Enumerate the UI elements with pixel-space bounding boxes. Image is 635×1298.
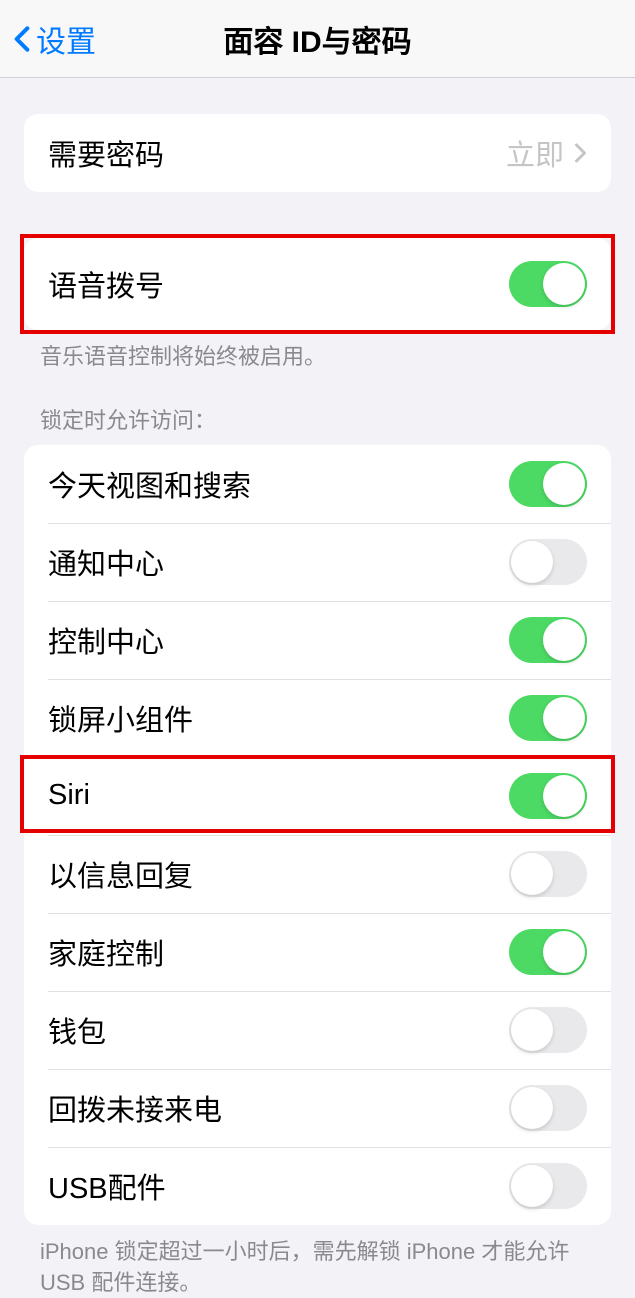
access-item-toggle[interactable] [509,539,587,585]
access-item-toggle[interactable] [509,617,587,663]
access-item-toggle[interactable] [509,461,587,507]
back-button[interactable]: 设置 [0,17,96,61]
access-item-cell: USB配件 [24,1147,611,1225]
require-passcode-cell[interactable]: 需要密码 立即 [24,114,611,192]
usb-footer: iPhone 锁定超过一小时后，需先解锁 iPhone 才能允许USB 配件连接… [0,1225,635,1298]
chevron-right-icon [574,143,587,163]
access-item-label: 锁屏小组件 [48,697,193,739]
access-item-toggle[interactable] [509,773,587,819]
access-item-label: 今天视图和搜索 [48,463,251,505]
nav-bar: 设置 面容 ID与密码 [0,0,635,78]
access-item-label: Siri [48,779,90,812]
access-item-toggle[interactable] [509,1085,587,1131]
access-item-label: 回拨未接来电 [48,1087,222,1129]
access-item-cell: 钱包 [24,991,611,1069]
access-item-cell: 家庭控制 [24,913,611,991]
page-title: 面容 ID与密码 [223,17,411,61]
voice-dial-cell: 语音拨号 [24,238,611,330]
require-passcode-label: 需要密码 [48,132,164,174]
back-label: 设置 [36,17,96,61]
access-item-toggle[interactable] [509,929,587,975]
voice-dial-group: 语音拨号 [24,238,611,330]
voice-dial-label: 语音拨号 [48,263,164,305]
access-item-toggle[interactable] [509,1007,587,1053]
access-item-label: 以信息回复 [48,853,193,895]
access-item-cell: 回拨未接来电 [24,1069,611,1147]
access-item-cell: 锁屏小组件 [24,679,611,757]
allow-access-header: 锁定时允许访问： [0,373,635,445]
access-item-toggle[interactable] [509,851,587,897]
access-item-cell: 今天视图和搜索 [24,445,611,523]
access-item-label: 控制中心 [48,619,164,661]
access-item-label: 通知中心 [48,541,164,583]
access-item-cell: 控制中心 [24,601,611,679]
access-item-label: USB配件 [48,1165,166,1207]
voice-dial-footer: 音乐语音控制将始终被启用。 [0,330,635,373]
access-item-cell: 通知中心 [24,523,611,601]
access-item-label: 家庭控制 [48,931,164,973]
access-item-label: 钱包 [48,1009,106,1051]
chevron-left-icon [14,25,30,53]
require-passcode-group: 需要密码 立即 [24,114,611,192]
access-item-toggle[interactable] [509,1163,587,1209]
require-passcode-value: 立即 [506,132,564,174]
voice-dial-toggle[interactable] [509,261,587,307]
access-item-cell: 以信息回复 [24,835,611,913]
access-item-toggle[interactable] [509,695,587,741]
allow-access-group: 今天视图和搜索通知中心控制中心锁屏小组件 Siri 以信息回复家庭控制钱包回拨未接来… [24,445,611,1225]
access-item-cell: Siri [24,757,611,835]
